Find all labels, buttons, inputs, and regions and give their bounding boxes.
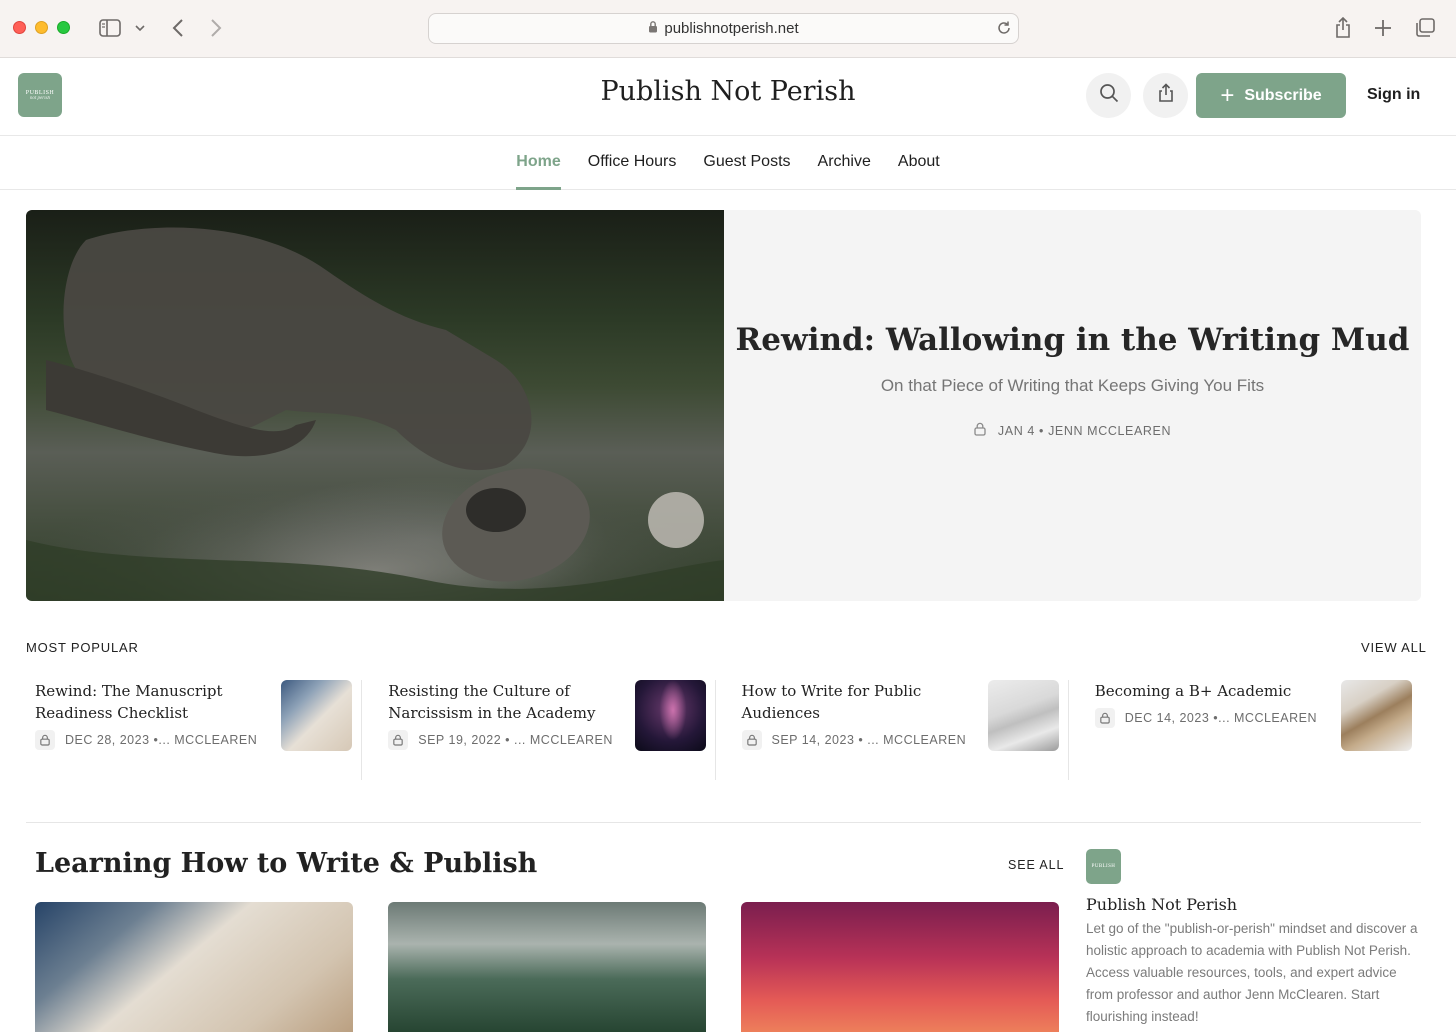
share-icon[interactable] — [1332, 16, 1354, 40]
share-button[interactable] — [1143, 73, 1188, 118]
popular-post-meta: DEC 14, 2023 •... MCCLEAREN — [1094, 708, 1325, 728]
nav-item-home[interactable]: Home — [516, 136, 562, 190]
zoom-window-button[interactable] — [57, 21, 70, 34]
lock-icon — [35, 730, 55, 750]
site-title[interactable]: Publish Not Perish — [601, 76, 856, 107]
featured-post-text: Rewind: Wallowing in the Writing Mud On … — [724, 210, 1421, 601]
back-arrow-icon[interactable] — [168, 16, 188, 40]
subscribe-button[interactable]: + Subscribe — [1196, 73, 1346, 118]
nav-item-guest-posts[interactable]: Guest Posts — [703, 136, 790, 189]
popular-post-title[interactable]: Becoming a B+ Academic — [1095, 680, 1325, 702]
popular-post-meta: SEP 14, 2023 • ... MCCLEAREN — [741, 730, 972, 750]
most-popular-list: Rewind: The Manuscript Readiness Checkli… — [26, 680, 1421, 780]
nav-item-archive[interactable]: Archive — [818, 136, 871, 189]
sidebar-toggle-icon[interactable] — [98, 16, 122, 40]
most-popular-label: MOST POPULAR — [26, 640, 139, 655]
popular-post-date: DEC 28, 2023 •... MCCLEAREN — [65, 733, 258, 747]
popular-post[interactable]: Becoming a B+ Academic DEC 14, 2023 •...… — [1067, 680, 1421, 780]
featured-post-subtitle: On that Piece of Writing that Keeps Givi… — [880, 376, 1265, 395]
publication-description: Let go of the "publish-or-perish" mindse… — [1086, 921, 1418, 1024]
url-text: publishnotperish.net — [664, 20, 799, 37]
section-divider — [26, 822, 1421, 823]
reload-icon[interactable] — [996, 20, 1012, 41]
view-all-link[interactable]: VIEW ALL — [1361, 640, 1427, 655]
popular-post-thumbnail[interactable] — [1341, 680, 1412, 751]
lock-icon — [974, 422, 986, 439]
popular-post-date: SEP 14, 2023 • ... MCCLEAREN — [771, 733, 967, 747]
featured-post-meta: JAN 4 • JENN MCCLEAREN — [974, 422, 1171, 439]
publication-about: PUBLISH Publish Not Perish Let go of the… — [1086, 849, 1426, 1028]
featured-post-date-author[interactable]: JAN 4 • JENN MCCLEAREN — [998, 424, 1171, 438]
section-heading[interactable]: Learning How to Write & Publish — [35, 848, 537, 879]
featured-post-image[interactable] — [26, 210, 724, 601]
featured-post-title[interactable]: Rewind: Wallowing in the Writing Mud — [736, 322, 1410, 358]
lock-icon — [388, 730, 409, 750]
muddy-player-illustration — [26, 227, 724, 601]
address-bar[interactable]: publishnotperish.net — [428, 13, 1019, 44]
search-icon — [1099, 83, 1119, 108]
nav-item-office-hours[interactable]: Office Hours — [588, 136, 677, 189]
subscribe-label: Subscribe — [1244, 86, 1322, 104]
post-card-image[interactable] — [388, 902, 706, 1032]
sign-in-link[interactable]: Sign in — [1367, 86, 1420, 104]
site-header: PUBLISH not perish Publish Not Perish + … — [0, 58, 1456, 136]
minimize-window-button[interactable] — [35, 21, 48, 34]
see-all-link[interactable]: SEE ALL — [1008, 858, 1064, 872]
popular-post-date: DEC 14, 2023 •... MCCLEAREN — [1124, 711, 1317, 725]
popular-post-title[interactable]: How to Write for Public Audiences — [742, 680, 972, 724]
forward-arrow-icon[interactable] — [206, 16, 226, 40]
popular-post-thumbnail[interactable] — [634, 680, 706, 751]
close-window-button[interactable] — [13, 21, 26, 34]
chevron-down-icon[interactable] — [134, 16, 146, 40]
lock-icon — [1094, 708, 1115, 728]
popular-post-meta: SEP 19, 2022 • ... MCCLEAREN — [388, 730, 618, 750]
popular-post-meta: DEC 28, 2023 •... MCCLEAREN — [35, 730, 265, 750]
logo-text: PUBLISH — [1091, 864, 1116, 869]
browser-toolbar: publishnotperish.net — [0, 0, 1456, 58]
featured-post[interactable]: Rewind: Wallowing in the Writing Mud On … — [26, 210, 1421, 601]
popular-post-title[interactable]: Resisting the Culture of Narcissism in t… — [388, 680, 618, 724]
publication-logo[interactable]: PUBLISH not perish — [18, 73, 62, 117]
popular-post[interactable]: Rewind: The Manuscript Readiness Checkli… — [26, 680, 361, 780]
publication-logo-small[interactable]: PUBLISH — [1086, 849, 1121, 884]
popular-post-title[interactable]: Rewind: The Manuscript Readiness Checkli… — [35, 680, 265, 724]
popular-post[interactable]: How to Write for Public Audiences SEP 14… — [714, 680, 1068, 780]
publication-name[interactable]: Publish Not Perish — [1086, 895, 1426, 914]
plus-icon: + — [1220, 81, 1235, 109]
post-card-image[interactable] — [35, 902, 353, 1032]
lock-icon — [648, 20, 658, 38]
main-nav: Home Office Hours Guest Posts Archive Ab… — [0, 136, 1456, 190]
new-tab-icon[interactable] — [1372, 16, 1394, 40]
popular-post-thumbnail[interactable] — [987, 680, 1059, 751]
logo-subtext: not perish — [29, 95, 51, 101]
post-card-image[interactable] — [741, 902, 1059, 1032]
share-icon — [1157, 83, 1175, 108]
popular-post-date: SEP 19, 2022 • ... MCCLEAREN — [418, 733, 613, 747]
tab-overview-icon[interactable] — [1413, 16, 1437, 40]
lock-icon — [741, 730, 762, 750]
nav-item-about[interactable]: About — [898, 136, 940, 189]
search-button[interactable] — [1086, 73, 1131, 118]
popular-post-thumbnail[interactable] — [281, 680, 353, 751]
popular-post[interactable]: Resisting the Culture of Narcissism in t… — [361, 680, 714, 780]
